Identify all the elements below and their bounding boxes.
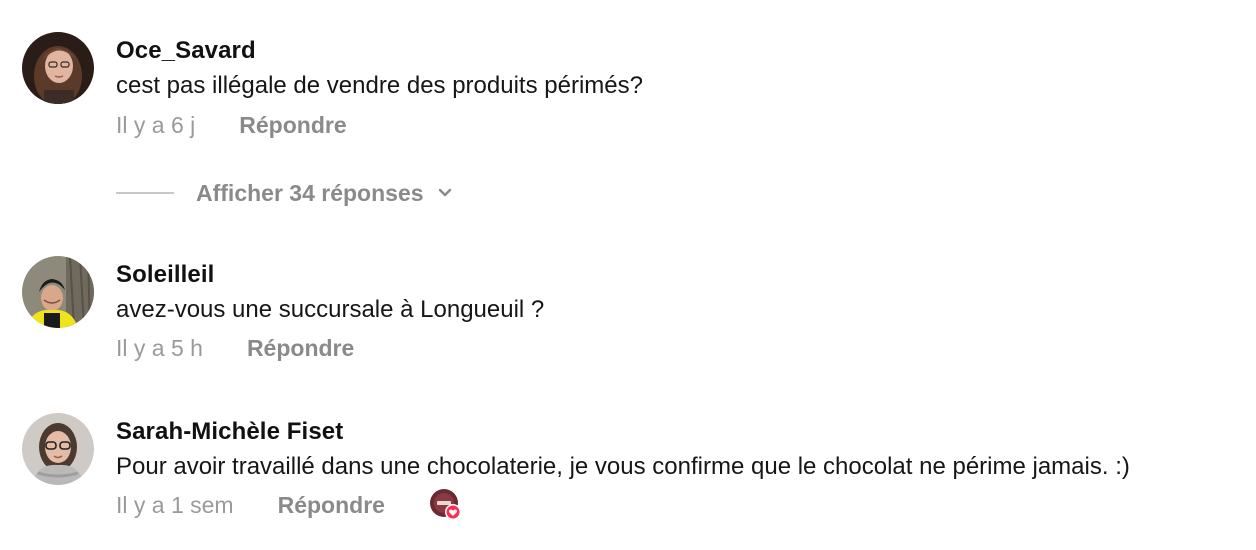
user-avatar-photo-icon <box>22 413 94 485</box>
chevron-down-icon[interactable] <box>436 184 454 202</box>
user-avatar-photo-icon <box>22 256 94 328</box>
creator-avatar-icon <box>429 489 461 520</box>
comment-timestamp: Il y a 5 h <box>116 334 203 361</box>
avatar[interactable] <box>22 256 94 328</box>
comment-timestamp: Il y a 1 sem <box>116 491 234 518</box>
comment-text: cest pas illégale de vendre des produits… <box>116 72 643 99</box>
comment-meta: Il y a 1 sem Répondre <box>116 488 463 522</box>
show-replies-label[interactable]: Afficher 34 réponses <box>196 180 424 207</box>
user-avatar-photo-icon <box>22 32 94 104</box>
reply-button[interactable]: Répondre <box>278 492 385 519</box>
comment-username[interactable]: Oce_Savard <box>116 37 256 65</box>
reply-button[interactable]: Répondre <box>239 112 346 139</box>
show-replies-toggle[interactable]: Afficher 34 réponses <box>116 178 454 208</box>
replies-divider <box>116 192 174 194</box>
comment-username[interactable]: Soleilleil <box>116 261 214 289</box>
comment-text: avez-vous une succursale à Longueuil ? <box>116 296 545 323</box>
comment-meta: Il y a 5 h Répondre <box>116 333 354 363</box>
comment-text: Pour avoir travaillé dans une chocolater… <box>116 453 1130 480</box>
creator-liked-badge <box>429 488 463 522</box>
avatar[interactable] <box>22 32 94 104</box>
avatar[interactable] <box>22 413 94 485</box>
reply-button[interactable]: Répondre <box>247 335 354 362</box>
comment-username[interactable]: Sarah-Michèle Fiset <box>116 418 343 446</box>
comment-timestamp: Il y a 6 j <box>116 111 196 138</box>
comment-meta: Il y a 6 j Répondre <box>116 110 347 140</box>
